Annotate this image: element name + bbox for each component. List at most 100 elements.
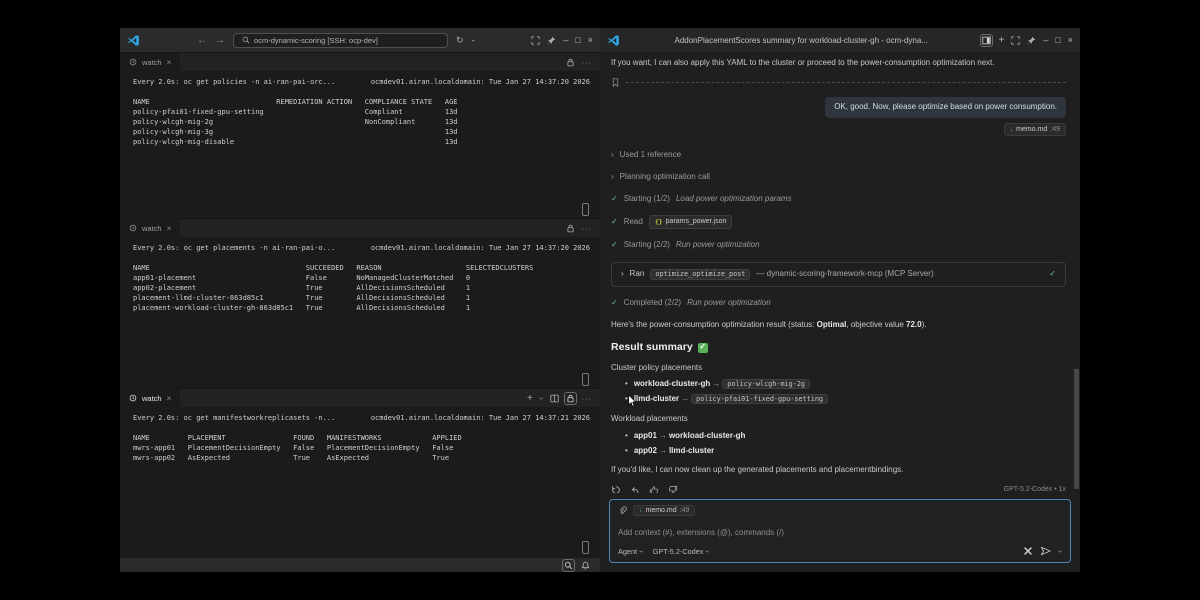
- read-file-chip[interactable]: {} params_power.json: [649, 215, 733, 228]
- minimize-button[interactable]: –: [1043, 35, 1048, 45]
- tab-watch-2[interactable]: watch ×: [120, 219, 180, 237]
- list-item: llmd-cluster→policy-pfai01-fixed-gpu-set…: [625, 394, 1066, 405]
- restore-button[interactable]: □: [1055, 35, 1060, 45]
- step-read-file[interactable]: ✓ Read {} params_power.json: [611, 215, 1066, 228]
- back-icon[interactable]: ←: [197, 35, 207, 46]
- tab-watch-3[interactable]: watch ×: [120, 389, 180, 407]
- editor-layout-toggle[interactable]: [982, 36, 991, 45]
- step-used-reference[interactable]: › Used 1 reference: [611, 150, 1066, 161]
- watch-header: Every 2.0s: oc get placements -n ai-ran-…: [133, 243, 590, 253]
- pane2-actions: ···: [566, 224, 601, 233]
- cluster-name: workload-cluster-gh: [634, 379, 710, 388]
- tools-icon[interactable]: [1023, 546, 1033, 556]
- input-right-actions: ›: [1023, 546, 1062, 556]
- ran-label: Ran: [630, 269, 645, 280]
- paperclip-icon[interactable]: [618, 506, 627, 515]
- placements-table: NAME SUCCEEDED REASON SELECTEDCLUSTERS a…: [133, 263, 590, 313]
- send-options-chevron-icon[interactable]: ›: [1056, 550, 1065, 553]
- more-actions-icon[interactable]: ···: [582, 58, 593, 67]
- step-planning[interactable]: › Planning optimization call: [611, 172, 1066, 183]
- attachment-chip[interactable]: ↓ memo.md:49: [1004, 123, 1066, 136]
- terminal-pane-manifestworks[interactable]: Every 2.0s: oc get manifestworkreplicase…: [120, 407, 600, 558]
- mode-picker[interactable]: Agent ›: [618, 547, 643, 556]
- chat-input-box[interactable]: ↓ memo.md:49 Agent › GPT-5.2-Codex › ›: [609, 499, 1071, 563]
- mouse-cursor: [628, 394, 637, 408]
- result-summary-heading: Result summary ✓: [611, 340, 1066, 354]
- close-button[interactable]: ×: [1068, 35, 1073, 45]
- response-actions: GPT-5.2-Codex • 1x: [611, 485, 1066, 493]
- more-actions-icon[interactable]: ···: [582, 224, 593, 233]
- thumbs-up-icon[interactable]: [649, 485, 659, 493]
- step-label: Completed (2/2): [624, 298, 681, 309]
- objective-value: 72.0: [906, 320, 922, 329]
- watch-host-time: ocmdev01.airan.localdomain: Tue Jan 27 1…: [371, 243, 590, 253]
- bell-icon[interactable]: [581, 561, 590, 570]
- send-icon[interactable]: [1040, 546, 1052, 556]
- terminal-pane-policies[interactable]: Every 2.0s: oc get policies -n ai-ran-pa…: [120, 71, 600, 218]
- bookmark-icon[interactable]: [611, 78, 620, 87]
- lock-toggle[interactable]: [566, 394, 575, 403]
- expand-icon[interactable]: [1011, 36, 1020, 45]
- chat-scrollbar[interactable]: [1074, 369, 1079, 489]
- watch-command: Every 2.0s: oc get policies -n ai-ran-pa…: [133, 77, 335, 87]
- chevron-right-icon: ›: [611, 150, 614, 161]
- user-message-row: OK, good. Now, please optimize based on …: [611, 97, 1066, 118]
- terminal-pane-placements[interactable]: Every 2.0s: oc get placements -n ai-ran-…: [120, 237, 600, 388]
- policy-chip: policy-pfai01-fixed-gpu-setting: [691, 394, 828, 404]
- tab-close-icon[interactable]: ×: [167, 58, 172, 67]
- split-editor-icon: [982, 36, 991, 45]
- result-text: Here's the power-consumption optimizatio…: [611, 320, 817, 329]
- app-name: app01: [634, 431, 657, 440]
- model-picker[interactable]: GPT-5.2-Codex ›: [653, 547, 709, 556]
- input-toolbar: Agent › GPT-5.2-Codex › ›: [618, 546, 1062, 556]
- pin-icon[interactable]: [547, 36, 556, 45]
- more-actions-icon[interactable]: ···: [582, 394, 593, 403]
- attachment-chip[interactable]: ↓ memo.md:49: [633, 505, 695, 516]
- undo-icon[interactable]: [630, 485, 640, 493]
- close-button[interactable]: ×: [588, 35, 593, 45]
- terminal-profile-chevron-icon[interactable]: ›: [537, 397, 546, 400]
- pin-icon[interactable]: [1027, 36, 1036, 45]
- tab-close-icon[interactable]: ×: [167, 394, 172, 403]
- manifestworks-table: NAME PLACEMENT FOUND MANIFESTWORKS APPLI…: [133, 433, 590, 463]
- pane-scroll-indicator: [582, 541, 589, 554]
- restore-button[interactable]: □: [575, 35, 580, 45]
- workload-placements-subhead: Workload placements: [611, 414, 1066, 425]
- minimize-button[interactable]: –: [563, 35, 568, 45]
- lock-icon: [566, 394, 575, 403]
- assistant-intro: If you want, I can also apply this YAML …: [611, 58, 1066, 69]
- retry-icon[interactable]: [611, 485, 621, 493]
- thumbs-down-icon[interactable]: [668, 485, 678, 493]
- chat-transcript[interactable]: If you want, I can also apply this YAML …: [600, 52, 1080, 493]
- search-text: ocm-dynamic-scoring [SSH: ocp-dev]: [254, 36, 378, 45]
- lock-icon[interactable]: [566, 224, 575, 233]
- sync-icon[interactable]: ↻: [456, 35, 464, 46]
- target-cluster: workload-cluster-gh: [669, 431, 745, 440]
- search-icon: [242, 36, 250, 44]
- watch-header: Every 2.0s: oc get manifestworkreplicase…: [133, 413, 590, 423]
- step-completed: ✓ Completed (2/2) Run power optimization: [611, 298, 1066, 309]
- agent-steps: › Used 1 reference › Planning optimizati…: [611, 150, 1066, 251]
- split-terminal-icon[interactable]: [550, 394, 559, 403]
- new-chat-icon[interactable]: +: [998, 35, 1004, 46]
- new-terminal-icon[interactable]: +: [527, 393, 533, 404]
- forward-icon[interactable]: →: [215, 35, 225, 46]
- step-starting-1: ✓ Starting (1/2) Load power optimization…: [611, 194, 1066, 205]
- chat-titlebar-actions: + – □ ×: [982, 35, 1073, 46]
- chat-message-input[interactable]: [618, 528, 1062, 537]
- lock-icon[interactable]: [566, 58, 575, 67]
- layout-icon[interactable]: [531, 36, 540, 45]
- user-attachment-row: ↓ memo.md:49: [611, 123, 1066, 136]
- result-text: , objective value: [846, 320, 906, 329]
- step-starting-2: ✓ Starting (2/2) Run power optimization: [611, 240, 1066, 251]
- sync-chevron-icon[interactable]: ›: [468, 39, 477, 42]
- cluster-placements-subhead: Cluster policy placements: [611, 363, 1066, 374]
- tab-watch-1[interactable]: watch ×: [120, 53, 180, 71]
- list-item: app01→workload-cluster-gh: [625, 431, 1066, 442]
- mode-label: Agent: [618, 547, 637, 556]
- tab-close-icon[interactable]: ×: [167, 224, 172, 233]
- mcp-tool-call[interactable]: › Ran optimize_optimize_post — dynamic-s…: [611, 262, 1066, 287]
- arrow-right-icon: →: [679, 394, 691, 403]
- zoom-toggle[interactable]: [564, 561, 573, 570]
- search-box[interactable]: ocm-dynamic-scoring [SSH: ocp-dev]: [233, 33, 448, 48]
